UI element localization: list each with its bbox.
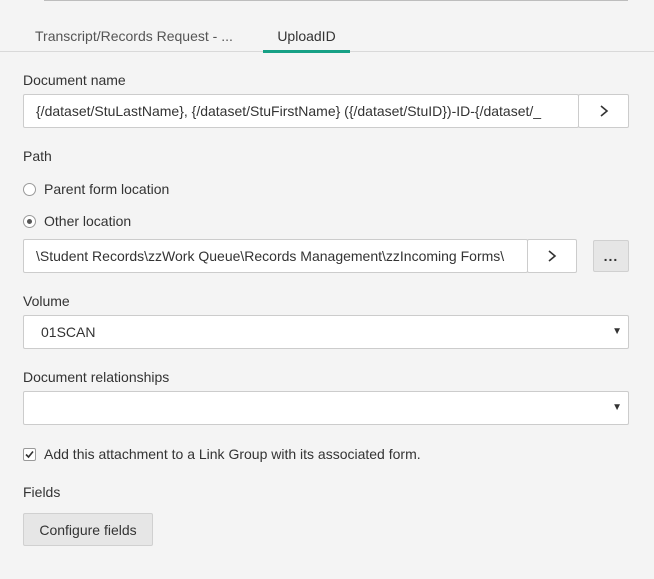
link-group-option[interactable]: Add this attachment to a Link Group with… [23, 444, 421, 464]
radio-label: Other location [44, 213, 132, 229]
volume-label: Volume [23, 293, 70, 309]
path-expression-button[interactable] [527, 239, 577, 273]
radio-label: Parent form location [44, 181, 170, 197]
document-name-expression-button[interactable] [578, 94, 629, 128]
volume-select[interactable]: 01SCAN ▼ [23, 315, 629, 349]
document-name-input[interactable]: {/dataset/StuLastName}, {/dataset/StuFir… [23, 94, 579, 128]
radio-button-selected[interactable] [23, 214, 36, 228]
volume-selected-value: 01SCAN [41, 324, 96, 340]
document-name-label: Document name [23, 72, 126, 88]
path-input[interactable]: \Student Records\zzWork Queue\Records Ma… [23, 239, 528, 273]
document-relationships-label: Document relationships [23, 369, 170, 385]
check-icon [25, 450, 34, 458]
tab-bar: Transcript/Records Request - ... UploadI… [0, 20, 654, 53]
caret-down-icon: ▼ [612, 326, 622, 337]
configure-fields-button[interactable]: Configure fields [23, 513, 153, 546]
fields-label: Fields [23, 484, 61, 500]
radio-parent-form-location[interactable]: Parent form location [23, 179, 169, 199]
link-group-checkbox[interactable] [23, 447, 36, 461]
link-group-label: Add this attachment to a Link Group with… [44, 446, 421, 462]
chevron-right-icon [599, 105, 608, 117]
top-divider [44, 0, 628, 1]
radio-other-location[interactable]: Other location [23, 211, 131, 231]
tab-transcript-records-request[interactable]: Transcript/Records Request - ... [35, 20, 233, 52]
caret-down-icon: ▼ [612, 402, 622, 413]
tab-uploadid[interactable]: UploadID [263, 20, 350, 53]
chevron-right-icon [548, 250, 557, 262]
browse-path-button[interactable]: ... [593, 240, 629, 272]
radio-button[interactable] [23, 182, 36, 196]
path-label: Path [23, 148, 52, 164]
document-relationships-select[interactable]: ▼ [23, 391, 629, 425]
